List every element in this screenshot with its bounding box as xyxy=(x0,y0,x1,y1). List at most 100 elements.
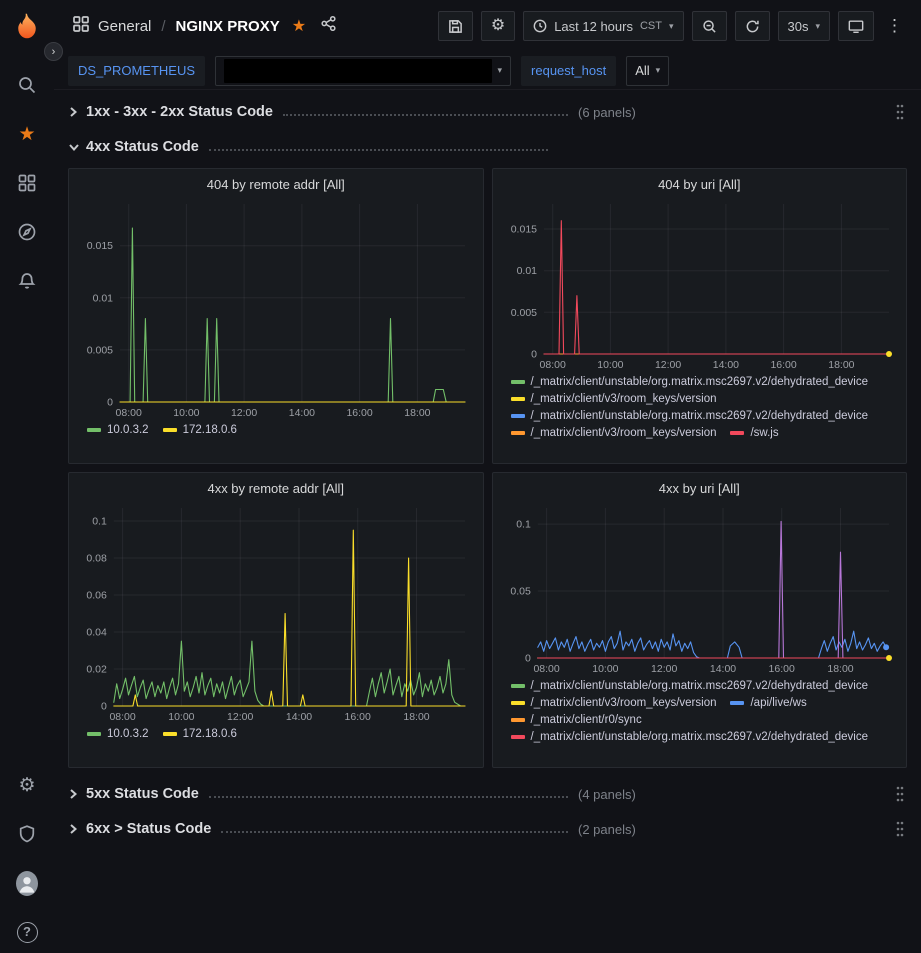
legend-label: /_matrix/client/unstable/org.matrix.msc2… xyxy=(531,376,869,388)
panel-title[interactable]: 404 by remote addr [All] xyxy=(77,174,475,196)
row-drag-handle[interactable] xyxy=(893,103,907,121)
chart-canvas[interactable]: 00.020.040.060.080.108:0010:0012:0014:00… xyxy=(77,500,475,724)
dashboard-header: General / NGINX PROXY ★ ⚙ Last 12 hours xyxy=(54,0,921,52)
legend-swatch xyxy=(87,428,101,432)
row-panel-count: (6 panels) xyxy=(578,105,636,120)
panel-legend: /_matrix/client/unstable/org.matrix.msc2… xyxy=(501,676,899,763)
save-dashboard-button[interactable] xyxy=(438,11,473,41)
svg-text:18:00: 18:00 xyxy=(828,359,854,371)
legend-item[interactable]: /sw.js xyxy=(730,427,778,439)
help-icon[interactable]: ? xyxy=(16,921,38,943)
row-title: 6xx > Status Code xyxy=(86,821,211,837)
settings-gear-icon[interactable]: ⚙ xyxy=(16,774,38,796)
zoom-out-button[interactable] xyxy=(692,11,727,41)
breadcrumb-section[interactable]: General xyxy=(98,18,151,35)
alerting-bell-icon[interactable] xyxy=(16,270,38,292)
legend-item[interactable]: 172.18.0.6 xyxy=(163,728,237,740)
time-range-picker[interactable]: Last 12 hours CST ▾ xyxy=(523,11,683,41)
svg-text:14:00: 14:00 xyxy=(712,359,738,371)
chevron-down-icon xyxy=(68,142,86,152)
legend-item[interactable]: /_matrix/client/v3/room_keys/version xyxy=(511,393,717,405)
legend-item[interactable]: /_matrix/client/r0/sync xyxy=(511,714,642,726)
user-avatar[interactable] xyxy=(16,872,38,894)
legend-swatch xyxy=(511,684,525,688)
svg-text:14:00: 14:00 xyxy=(709,663,735,675)
svg-text:08:00: 08:00 xyxy=(109,711,135,723)
svg-text:12:00: 12:00 xyxy=(654,359,680,371)
legend-item[interactable]: 172.18.0.6 xyxy=(163,424,237,436)
svg-text:08:00: 08:00 xyxy=(116,407,142,419)
dotted-leader xyxy=(209,149,548,151)
legend-item[interactable]: /_matrix/client/unstable/org.matrix.msc2… xyxy=(511,731,869,743)
sidebar-expand-button[interactable]: › xyxy=(44,42,63,61)
refresh-button[interactable] xyxy=(735,11,770,41)
legend-item[interactable]: /_matrix/client/unstable/org.matrix.msc2… xyxy=(511,376,869,388)
legend-swatch xyxy=(163,428,177,432)
admin-shield-icon[interactable] xyxy=(16,823,38,845)
panel-title[interactable]: 4xx by remote addr [All] xyxy=(77,478,475,500)
svg-text:0.08: 0.08 xyxy=(86,553,107,565)
row-header-5xx[interactable]: 5xx Status Code (4 panels) xyxy=(68,780,907,808)
row-drag-handle[interactable] xyxy=(893,820,907,838)
variable-label-request-host[interactable]: request_host xyxy=(521,56,616,86)
search-icon[interactable] xyxy=(16,74,38,96)
panel-title[interactable]: 404 by uri [All] xyxy=(501,174,899,196)
refresh-interval-picker[interactable]: 30s ▾ xyxy=(778,11,831,41)
legend-item[interactable]: /_matrix/client/v3/room_keys/version xyxy=(511,697,717,709)
panel-404-by-uri: 404 by uri [All] 00.0050.010.01508:0010:… xyxy=(492,168,908,464)
legend-item[interactable]: /_matrix/client/unstable/org.matrix.msc2… xyxy=(511,680,869,692)
chart-canvas[interactable]: 00.050.108:0010:0012:0014:0016:0018:00 xyxy=(501,500,899,676)
legend-swatch xyxy=(511,414,525,418)
row-drag-handle[interactable] xyxy=(893,785,907,803)
share-icon[interactable] xyxy=(320,15,337,37)
legend-item[interactable]: 10.0.3.2 xyxy=(87,424,149,436)
time-series-chart[interactable]: 00.0050.010.01508:0010:0012:0014:0016:00… xyxy=(501,196,899,372)
favorite-star-icon[interactable]: ★ xyxy=(292,16,306,36)
legend-swatch xyxy=(730,701,744,705)
chart-canvas[interactable]: 00.0050.010.01508:0010:0012:0014:0016:00… xyxy=(501,196,899,372)
svg-text:14:00: 14:00 xyxy=(286,711,312,723)
time-series-chart[interactable]: 00.0050.010.01508:0010:0012:0014:0016:00… xyxy=(77,196,475,420)
panel-title[interactable]: 4xx by uri [All] xyxy=(501,478,899,500)
legend-item[interactable]: 10.0.3.2 xyxy=(87,728,149,740)
dashboard-settings-button[interactable]: ⚙ xyxy=(481,11,515,41)
legend-swatch xyxy=(730,431,744,435)
time-series-chart[interactable]: 00.050.108:0010:0012:0014:0016:0018:00 xyxy=(501,500,899,676)
legend-label: /_matrix/client/r0/sync xyxy=(531,714,642,726)
breadcrumb-separator: / xyxy=(161,18,165,35)
legend-label: /_matrix/client/unstable/org.matrix.msc2… xyxy=(531,680,869,692)
row-header-6xx[interactable]: 6xx > Status Code (2 panels) xyxy=(68,815,907,843)
chevron-right-icon xyxy=(68,823,86,835)
row-header-4xx[interactable]: 4xx Status Code xyxy=(68,133,907,161)
legend-item[interactable]: /_matrix/client/unstable/org.matrix.msc2… xyxy=(511,410,869,422)
tv-mode-button[interactable] xyxy=(838,11,874,41)
dashboards-grid-icon[interactable] xyxy=(16,172,38,194)
svg-text:12:00: 12:00 xyxy=(227,711,253,723)
legend-item[interactable]: /_matrix/client/v3/room_keys/version xyxy=(511,427,717,439)
row-header-1xx-3xx-2xx[interactable]: 1xx - 3xx - 2xx Status Code (6 panels) xyxy=(68,98,907,126)
svg-text:0: 0 xyxy=(524,653,530,665)
legend-swatch xyxy=(511,718,525,722)
explore-compass-icon[interactable] xyxy=(16,221,38,243)
row-title: 5xx Status Code xyxy=(86,786,199,802)
time-series-chart[interactable]: 00.020.040.060.080.108:0010:0012:0014:00… xyxy=(77,500,475,724)
chart-canvas[interactable]: 00.0050.010.01508:0010:0012:0014:0016:00… xyxy=(77,196,475,420)
variable-label-ds-prometheus[interactable]: DS_PROMETHEUS xyxy=(68,56,205,86)
main-area: General / NGINX PROXY ★ ⚙ Last 12 hours xyxy=(54,0,921,953)
grafana-logo-icon[interactable] xyxy=(13,12,41,40)
kebab-menu-icon[interactable]: ⋮ xyxy=(882,11,907,41)
legend-item[interactable]: /api/live/ws xyxy=(730,697,806,709)
legend-label: /sw.js xyxy=(750,427,778,439)
panel-legend: 10.0.3.2 172.18.0.6 xyxy=(77,724,475,763)
variable-value-ds-prometheus[interactable]: ▾ xyxy=(215,56,511,86)
breadcrumb-dashboard-title[interactable]: NGINX PROXY xyxy=(176,18,280,35)
dashboard-canvas: 1xx - 3xx - 2xx Status Code (6 panels) 4… xyxy=(54,90,921,953)
variable-value-request-host[interactable]: All ▾ xyxy=(626,56,669,86)
svg-text:16:00: 16:00 xyxy=(770,359,796,371)
legend-label: 172.18.0.6 xyxy=(183,728,237,740)
dotted-leader xyxy=(221,831,568,833)
apps-grid-icon[interactable] xyxy=(72,15,90,38)
legend-label: /_matrix/client/unstable/org.matrix.msc2… xyxy=(531,731,869,743)
starred-dashboards-icon[interactable]: ★ xyxy=(16,123,38,145)
svg-text:0.015: 0.015 xyxy=(510,224,536,236)
